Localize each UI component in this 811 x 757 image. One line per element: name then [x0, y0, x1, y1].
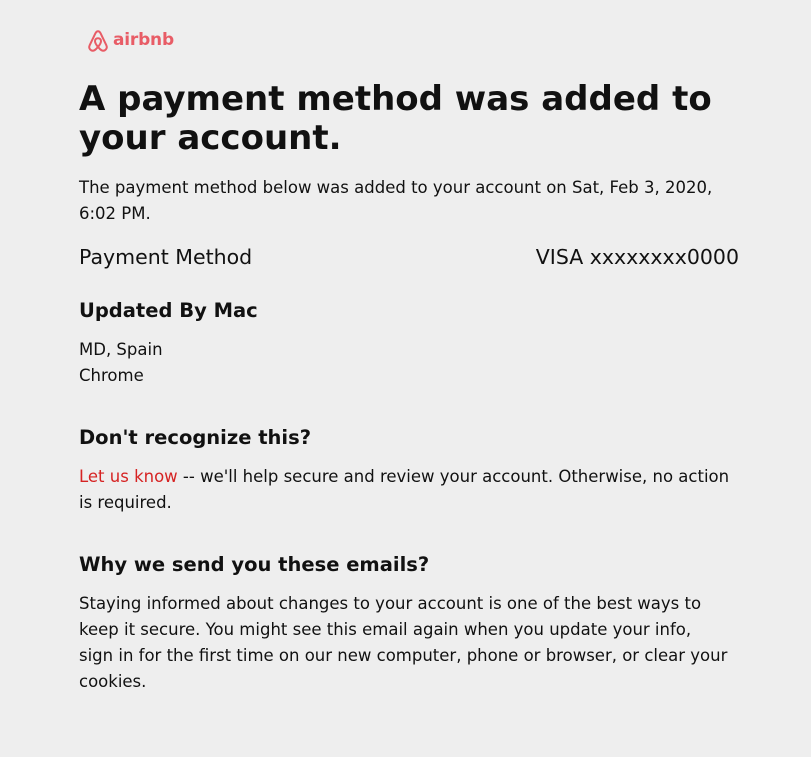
- why-emails-body: Staying informed about changes to your a…: [79, 594, 728, 691]
- payment-method-row: Payment Method VISA xxxxxxxx0000: [79, 242, 739, 272]
- payment-method-value: VISA xxxxxxxx0000: [535, 245, 739, 269]
- airbnb-belo-icon: [88, 30, 108, 52]
- why-emails-heading: Why we send you these emails?: [79, 553, 430, 576]
- payment-method-label: Payment Method: [79, 245, 253, 269]
- let-us-know-link[interactable]: Let us know: [79, 467, 178, 486]
- dont-recognize-text: Let us know -- we'll help secure and rev…: [79, 464, 739, 516]
- device-browser: Chrome: [79, 366, 144, 385]
- intro-text: The payment method below was added to yo…: [79, 178, 713, 223]
- email-headline: A payment method was added to your accou…: [79, 79, 712, 158]
- dont-recognize-heading: Don't recognize this?: [79, 426, 312, 449]
- device-location: MD, Spain: [79, 340, 163, 359]
- device-info: MD, Spain Chrome: [79, 337, 163, 389]
- airbnb-logo[interactable]: airbnb: [86, 28, 174, 54]
- updated-by-heading: Updated By Mac: [79, 299, 258, 322]
- airbnb-wordmark: airbnb: [113, 29, 174, 50]
